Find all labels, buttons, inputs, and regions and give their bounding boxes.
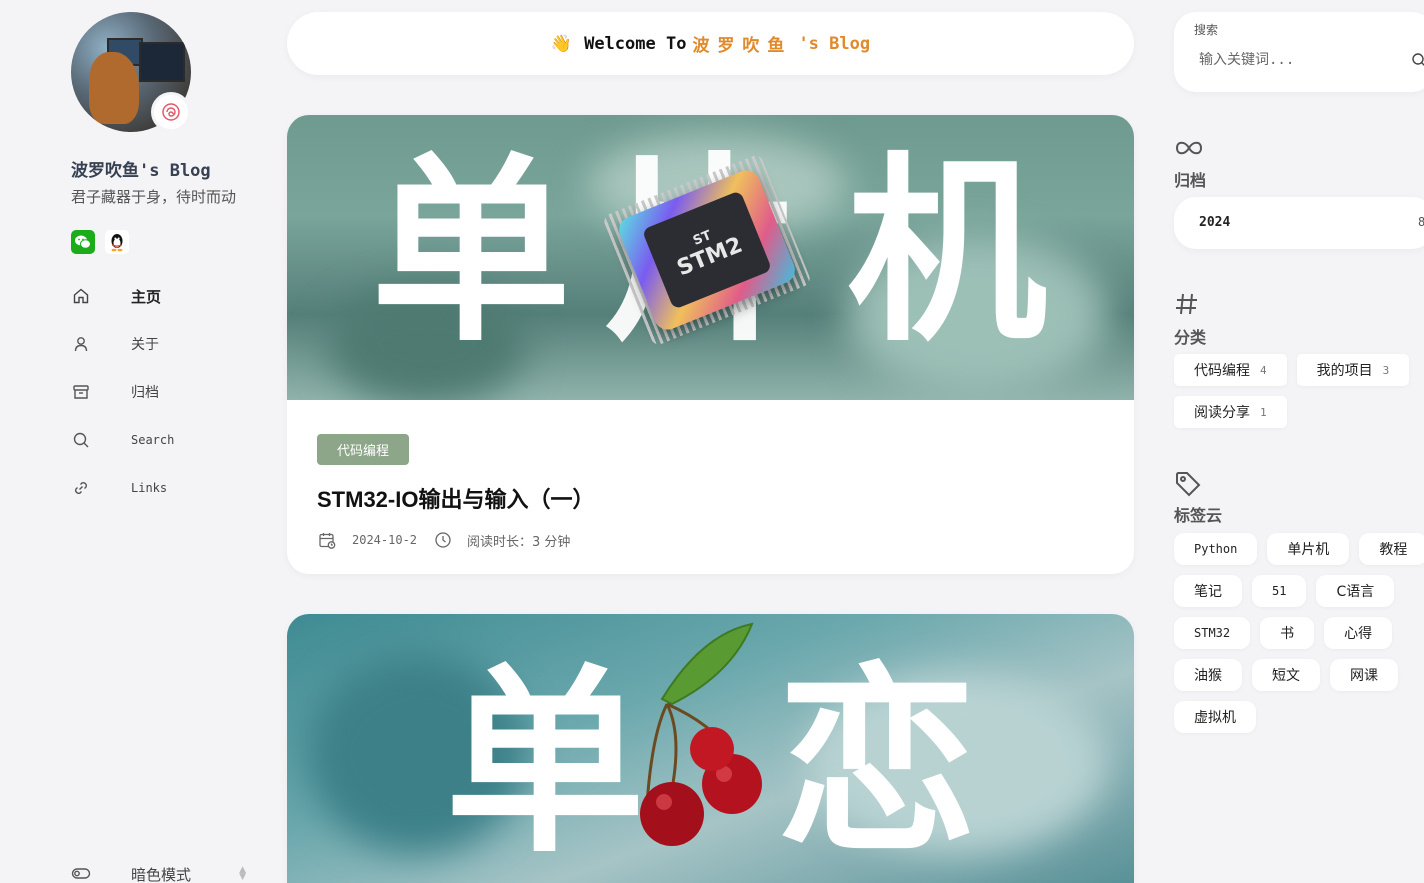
tag-chip[interactable]: 虚拟机	[1174, 701, 1256, 733]
avatar[interactable]	[71, 12, 191, 132]
archive-year: 2024	[1199, 215, 1231, 230]
tag-chip[interactable]: Python	[1174, 533, 1258, 565]
social-links	[71, 230, 129, 254]
waving-hand-icon: 👋	[550, 33, 573, 54]
category-count: 4	[1260, 363, 1267, 377]
tag-chip[interactable]: 油猴	[1174, 659, 1242, 691]
cover-char: 机	[847, 136, 1048, 369]
user-icon	[71, 334, 91, 354]
search-label: 搜索	[1194, 23, 1219, 37]
tag-chip[interactable]: 单片机	[1267, 533, 1350, 565]
infinity-icon	[1174, 137, 1204, 163]
tag-chip[interactable]: 书	[1260, 617, 1315, 649]
chevron-updown-icon: ▲ ▼	[239, 865, 246, 882]
tag-chip[interactable]: 教程	[1359, 533, 1424, 565]
toggle-icon	[71, 865, 91, 883]
nav-label: 归档	[131, 385, 159, 401]
left-sidebar: 波罗吹鱼's Blog 君子藏器于身，待时而动 主页 关于 归档 Search …	[0, 0, 287, 883]
nav-item-search[interactable]: Search	[71, 416, 261, 464]
category-chip[interactable]: 我的项目 3	[1296, 354, 1410, 386]
nav-label: 主页	[131, 287, 162, 306]
category-name: 我的项目	[1316, 363, 1373, 379]
post-meta: 2024-10-2 阅读时长：3 分钟	[317, 530, 594, 550]
nav-item-home[interactable]: 主页	[71, 272, 261, 320]
welcome-suffix: 's Blog	[798, 33, 871, 54]
search-input[interactable]	[1199, 52, 1399, 68]
clock-icon	[433, 530, 453, 550]
dark-mode-select[interactable]: 暗色模式 ▲ ▼	[71, 862, 246, 883]
nav-item-links[interactable]: Links	[71, 464, 261, 512]
post-card[interactable]: 单 片 机 ST STM2 代码编程 STM32-IO输出与输入（一） 2024…	[287, 115, 1134, 574]
archive-section-title: 归档	[1174, 171, 1207, 190]
link-icon	[71, 478, 91, 498]
dark-mode-label: 暗色模式	[131, 865, 192, 883]
category-count: 3	[1382, 363, 1390, 377]
search-icon	[71, 430, 91, 450]
qq-icon[interactable]	[105, 230, 129, 254]
archive-count: 8	[1418, 215, 1424, 229]
welcome-prefix: Welcome To	[584, 33, 687, 54]
home-icon	[71, 286, 91, 306]
hash-icon	[1174, 291, 1200, 321]
right-sidebar: 搜索 归档 2024 8 分类 代码编程 4 我的项目 3 阅读分享	[1174, 0, 1424, 883]
tag-chip[interactable]: 心得	[1324, 617, 1393, 649]
tag-chip[interactable]: 短文	[1252, 659, 1320, 691]
post-card[interactable]: 单 恋	[287, 614, 1134, 883]
tag-chip[interactable]: 51	[1252, 575, 1307, 607]
tag-chip[interactable]: 笔记	[1174, 575, 1242, 607]
post-cover-image[interactable]: 单 片 机 ST STM2	[287, 115, 1134, 400]
calendar-icon	[317, 530, 337, 550]
post-title[interactable]: STM32-IO输出与输入（一）	[317, 482, 594, 514]
tag-cloud: Python 单片机 教程 笔记 51 C语言 STM32 书 心得 油猴 短文…	[1174, 533, 1424, 733]
welcome-name: 波罗吹鱼	[692, 36, 793, 56]
post-cover-image[interactable]: 单 恋	[287, 614, 1134, 883]
wechat-icon[interactable]	[71, 230, 95, 254]
post-info: 代码编程 STM32-IO输出与输入（一） 2024-10-2 阅读时长：3 分…	[317, 434, 594, 550]
category-section-title: 分类	[1174, 328, 1207, 347]
tag-chip[interactable]: C语言	[1316, 575, 1395, 607]
tag-cloud-title: 标签云	[1174, 506, 1223, 525]
search-widget: 搜索	[1174, 12, 1424, 92]
status-badge-icon	[151, 92, 191, 132]
welcome-banner: 👋 Welcome To 波罗吹鱼 's Blog	[287, 12, 1134, 75]
nav-label: 关于	[131, 337, 159, 353]
tag-chip[interactable]: STM32	[1174, 617, 1251, 649]
main-nav: 主页 关于 归档 Search Links	[71, 272, 261, 512]
category-name: 阅读分享	[1194, 405, 1250, 421]
nav-label: Search	[131, 433, 175, 447]
post-date: 2024-10-2	[352, 533, 418, 547]
site-title[interactable]: 波罗吹鱼's Blog	[71, 156, 211, 181]
site-motto: 君子藏器于身，待时而动	[71, 188, 237, 206]
post-read-time: 阅读时长：3 分钟	[467, 534, 571, 550]
nav-item-about[interactable]: 关于	[71, 320, 261, 368]
cover-char: 单	[371, 136, 572, 369]
category-count: 1	[1260, 405, 1267, 419]
nav-item-archive[interactable]: 归档	[71, 368, 261, 416]
archive-year-row[interactable]: 2024 8	[1174, 197, 1424, 249]
category-chip[interactable]: 代码编程 4	[1174, 354, 1287, 386]
category-name: 代码编程	[1194, 363, 1250, 379]
nav-label: Links	[131, 481, 168, 495]
post-category-badge[interactable]: 代码编程	[317, 434, 410, 465]
tag-icon	[1174, 470, 1202, 502]
category-chip[interactable]: 阅读分享 1	[1174, 396, 1287, 428]
search-icon[interactable]	[1411, 52, 1424, 72]
tag-chip[interactable]: 网课	[1330, 659, 1398, 691]
archive-icon	[71, 382, 91, 402]
category-list: 代码编程 4 我的项目 3 阅读分享 1	[1174, 354, 1424, 428]
cherry-image	[640, 622, 762, 846]
